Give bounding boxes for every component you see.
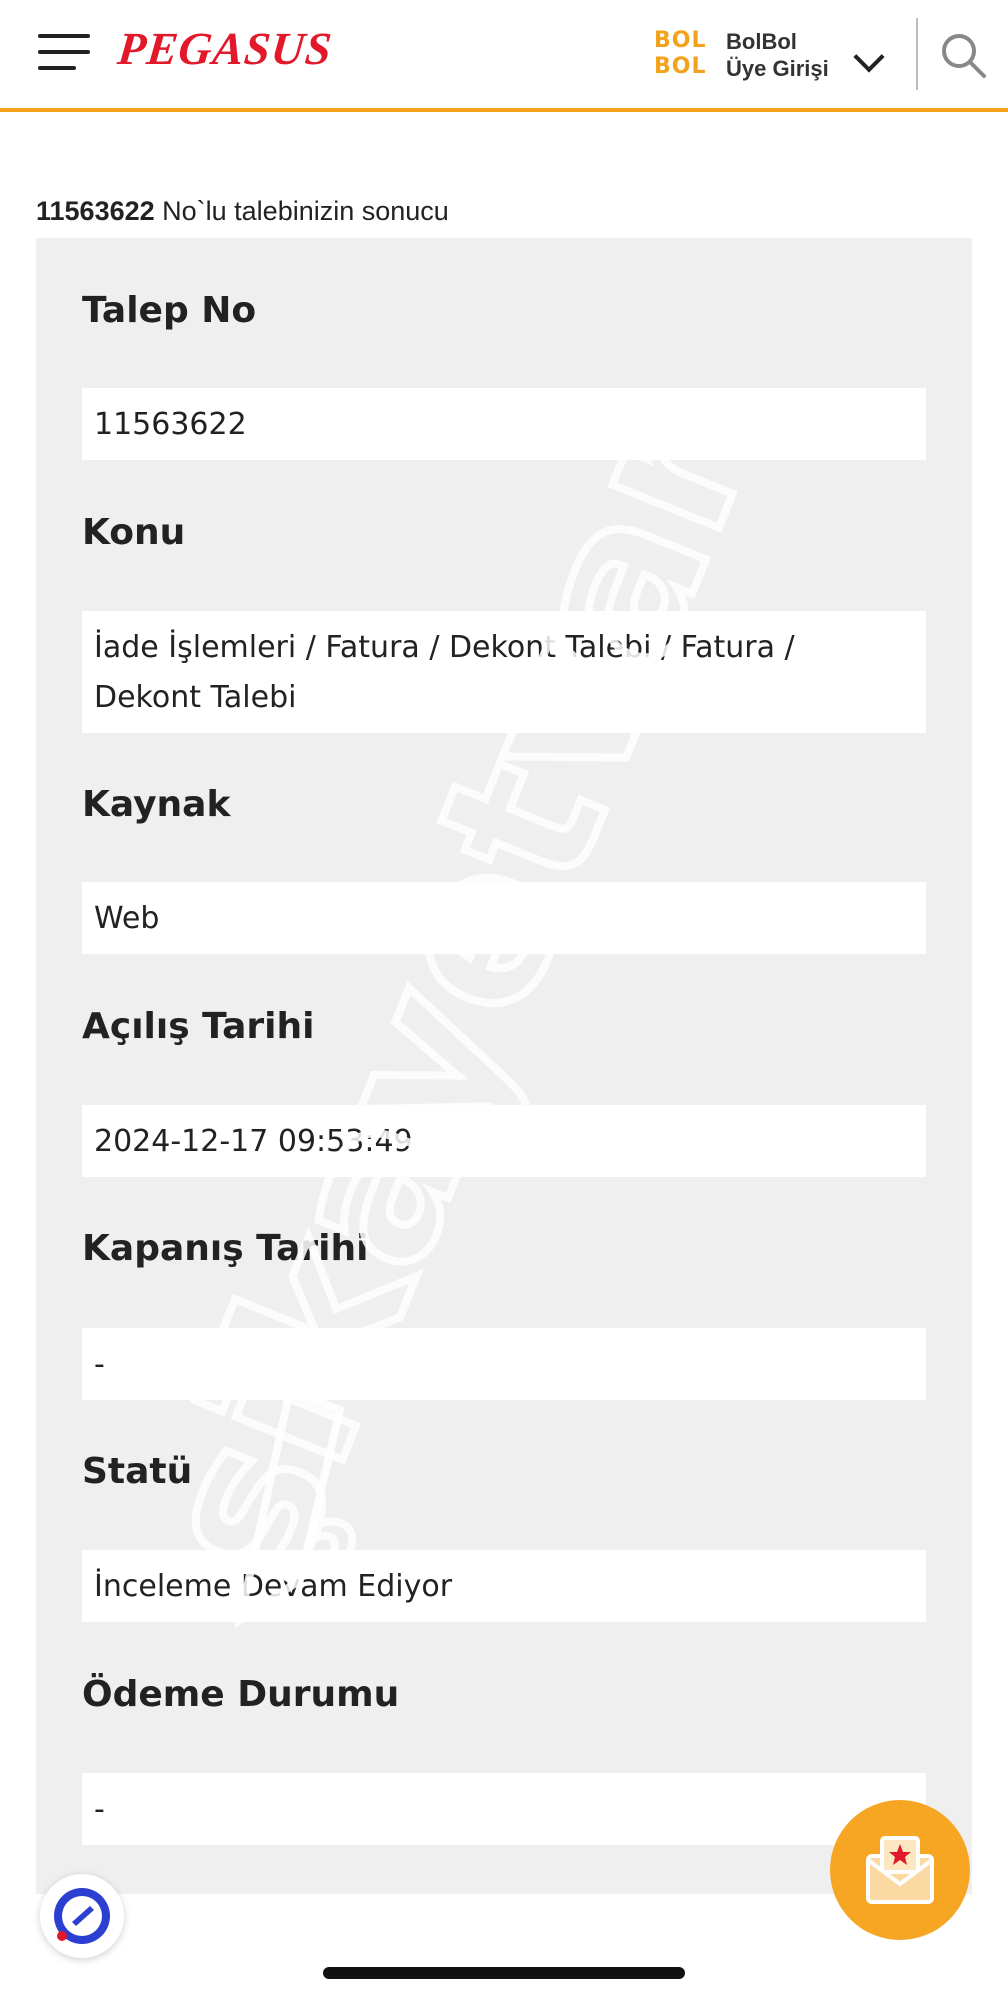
label-kaynak: Kaynak xyxy=(82,784,231,825)
bolbol-login-link[interactable]: BolBol Üye Girişi xyxy=(726,28,829,82)
bolbol-line2: Üye Girişi xyxy=(726,56,829,81)
value-kaynak: Web xyxy=(82,882,926,954)
value-talep-no: 11563622 xyxy=(82,388,926,460)
bolbol-line1: BolBol xyxy=(726,29,797,54)
value-statu: İnceleme Devam Ediyor xyxy=(82,1550,926,1622)
value-konu: İade İşlemleri / Fatura / Dekont Talebi … xyxy=(82,611,926,733)
result-heading: 11563622 No`lu talebinizin sonucu xyxy=(36,196,449,227)
label-talep-no: Talep No xyxy=(82,290,257,331)
result-heading-suffix: No`lu talebinizin sonucu xyxy=(154,196,449,226)
mail-star-icon xyxy=(866,1836,934,1904)
feedback-fab[interactable] xyxy=(830,1800,970,1940)
pegasus-logo[interactable]: PEGASUS xyxy=(115,22,335,75)
value-odeme-durumu: - xyxy=(82,1773,926,1845)
value-acilis-tarihi: 2024-12-17 09:53:49 xyxy=(82,1105,926,1177)
search-icon[interactable] xyxy=(938,30,988,80)
label-acilis-tarihi: Açılış Tarihi xyxy=(82,1006,315,1047)
value-kapanis-tarihi: - xyxy=(82,1328,926,1400)
top-header: PEGASUS BOL BOL BolBol Üye Girişi xyxy=(0,0,1008,112)
label-kapanis-tarihi: Kapanış Tarihi xyxy=(82,1228,369,1269)
value-konu-line1: İade İşlemleri / Fatura / Dekont Talebi … xyxy=(94,630,795,665)
menu-icon[interactable] xyxy=(38,30,90,74)
request-details-card: Talep No 11563622 Konu İade İşlemleri / … xyxy=(36,238,972,1894)
header-divider xyxy=(916,18,918,90)
value-konu-line2: Dekont Talebi xyxy=(94,680,297,715)
request-number: 11563622 xyxy=(36,196,155,226)
chevron-down-icon[interactable] xyxy=(853,41,885,73)
chat-help-button[interactable] xyxy=(40,1874,124,1958)
label-statu: Statü xyxy=(82,1451,193,1492)
home-indicator xyxy=(323,1967,685,1979)
label-konu: Konu xyxy=(82,512,186,553)
chat-help-icon xyxy=(54,1888,110,1944)
label-odeme-durumu: Ödeme Durumu xyxy=(82,1674,400,1715)
bolbol-logo: BOL BOL xyxy=(654,28,707,79)
